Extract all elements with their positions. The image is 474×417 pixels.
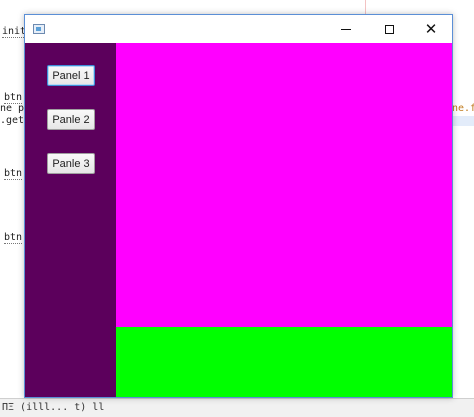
editor-status-text: ΠΞ (illl... t) ll: [2, 402, 105, 413]
panel-3-button[interactable]: Panle 3: [47, 153, 95, 174]
code-line: .get: [0, 115, 25, 126]
minimize-icon: [341, 28, 351, 30]
app-window: ✕ Panel 1 Panle 2 Panle 3: [24, 14, 453, 398]
panel-1-button[interactable]: Panel 1: [47, 65, 95, 86]
code-line: ne.f: [452, 103, 474, 114]
code-line: btn: [4, 168, 23, 180]
code-line: btn: [4, 232, 23, 244]
maximize-button[interactable]: [367, 15, 411, 43]
main-panel: [116, 43, 452, 327]
minimize-button[interactable]: [324, 15, 368, 43]
title-bar[interactable]: ✕: [25, 15, 452, 43]
code-line: ne p: [0, 103, 25, 114]
code-line: init: [2, 26, 27, 38]
sidebar-panel: Panel 1 Panle 2 Panle 3: [25, 43, 116, 397]
window-content: Panel 1 Panle 2 Panle 3: [25, 43, 452, 397]
close-icon: ✕: [424, 19, 438, 38]
editor-highlight: [452, 116, 474, 126]
panel-2-button[interactable]: Panle 2: [47, 109, 95, 130]
java-app-icon: [33, 24, 45, 34]
maximize-icon: [384, 24, 394, 34]
close-button[interactable]: ✕: [409, 15, 453, 43]
bottom-panel: [116, 327, 452, 397]
